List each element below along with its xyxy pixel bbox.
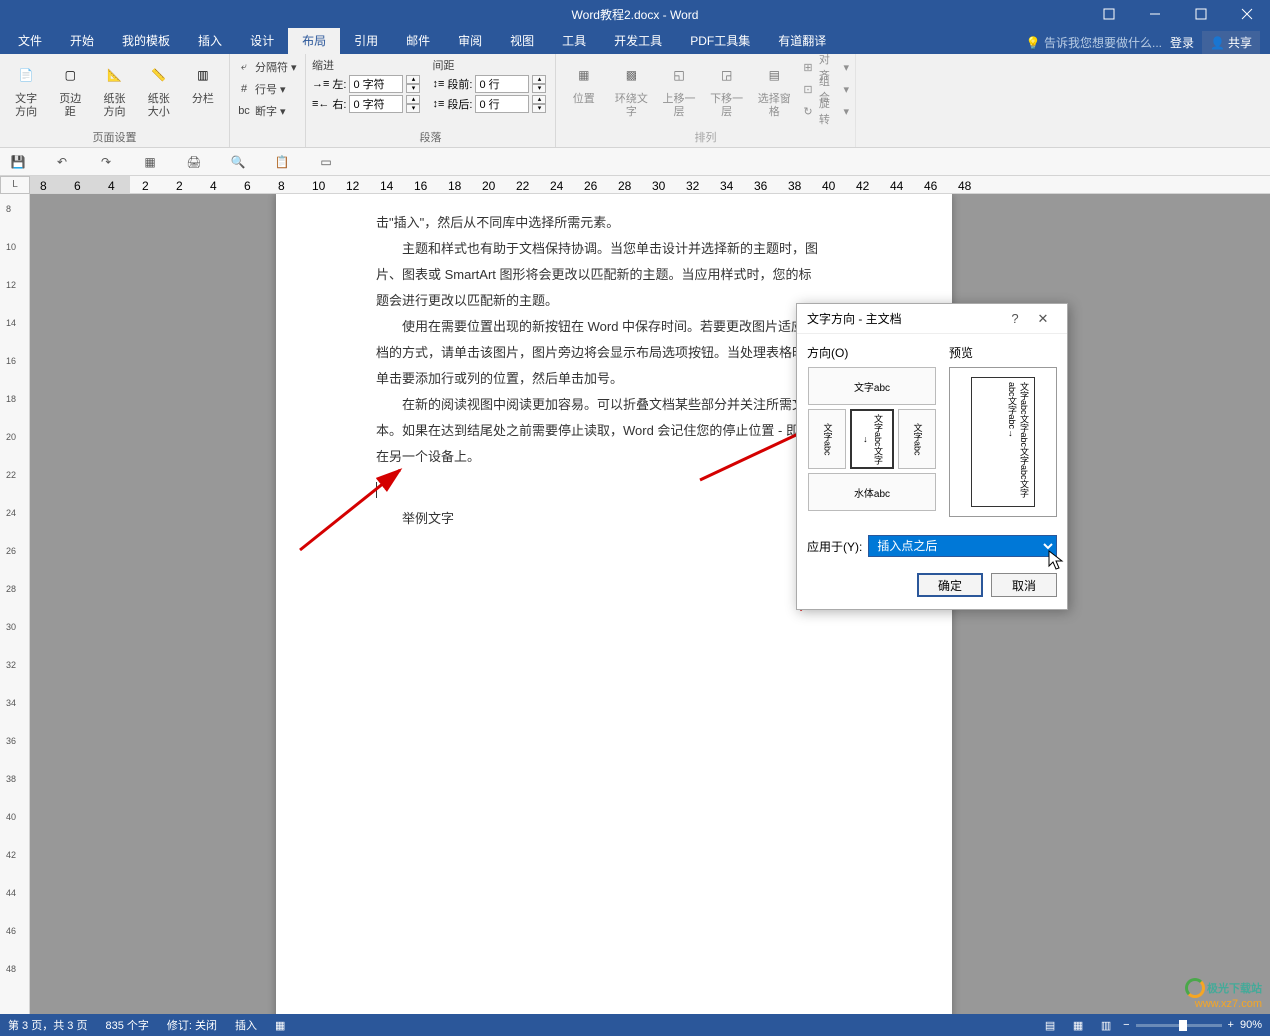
tell-me-input[interactable]: 💡 告诉我您想要做什么... — [1010, 34, 1162, 51]
tab-pdf[interactable]: PDF工具集 — [676, 27, 764, 54]
text-cursor — [376, 482, 377, 498]
tab-translate[interactable]: 有道翻译 — [764, 27, 840, 54]
orientation-label: 方向(O) — [807, 344, 937, 361]
window-title: Word教程2.docx - Word — [572, 6, 699, 23]
undo-icon[interactable]: ↶ — [52, 152, 72, 172]
wrap-text-button[interactable]: ▩环绕文字 — [610, 57, 654, 121]
share-button[interactable]: 👤 共享 — [1202, 31, 1260, 54]
tab-home[interactable]: 开始 — [56, 27, 108, 54]
spacing-after-spinner[interactable]: ↕≡段后:▴▾ — [432, 95, 546, 113]
ruler-horizontal[interactable]: 8642246810121416182022242628303234363840… — [30, 176, 1270, 194]
status-revision[interactable]: 修订: 关闭 — [167, 1017, 217, 1033]
indent-right-spinner[interactable]: ≡←右:▴▾ — [312, 95, 420, 113]
line-numbers-button[interactable]: #行号 ▾ — [236, 79, 297, 99]
quick-access-toolbar: 💾 ↶ ↷ ▦ 🖨 🔍 📋 ▭ — [0, 148, 1270, 176]
indent-label: 缩进 — [312, 57, 420, 73]
dialog-title: 文字方向 - 主文档 — [807, 310, 1001, 327]
tab-view[interactable]: 视图 — [496, 27, 548, 54]
text-direction-dialog: 文字方向 - 主文档 ? ✕ 方向(O) 文字abc 文字abc 文字abc文字… — [796, 303, 1068, 610]
save-icon[interactable]: 💾 — [8, 152, 28, 172]
status-insert[interactable]: 插入 — [235, 1017, 257, 1033]
apply-to-select[interactable]: 插入点之后 — [868, 535, 1057, 557]
login-link[interactable]: 登录 — [1170, 34, 1194, 51]
status-icon[interactable]: ▦ — [275, 1019, 285, 1032]
orientation-options: 文字abc 文字abc 文字abc文字→ 文字abc 水体abc — [807, 367, 937, 511]
view-read-icon[interactable]: ▤ — [1039, 1016, 1061, 1034]
zoom-in-icon[interactable]: + — [1228, 1019, 1234, 1031]
size-button[interactable]: 📏纸张大小 — [139, 57, 179, 121]
tab-review[interactable]: 审阅 — [444, 27, 496, 54]
status-page[interactable]: 第 3 页，共 3 页 — [8, 1017, 87, 1033]
orient-horizontal[interactable]: 文字abc — [808, 367, 936, 405]
selection-pane-button[interactable]: ▤选择窗格 — [752, 57, 796, 121]
status-bar: 第 3 页，共 3 页 835 个字 修订: 关闭 插入 ▦ ▤ ▦ ▥ − +… — [0, 1014, 1270, 1036]
preview-label: 预览 — [949, 344, 1057, 361]
dialog-close-button[interactable]: ✕ — [1029, 311, 1057, 327]
orient-vertical-left[interactable]: 文字abc — [808, 409, 846, 469]
ribbon-tabs: 文件 开始 我的模板 插入 设计 布局 引用 邮件 审阅 视图 工具 开发工具 … — [0, 28, 1270, 54]
mouse-cursor-icon — [1048, 550, 1066, 572]
tab-insert[interactable]: 插入 — [184, 27, 236, 54]
ok-button[interactable]: 确定 — [917, 573, 983, 597]
document-area[interactable]: 击"插入"，然后从不同库中选择所需元素。 主题和样式也有助于文档保持协调。当您单… — [30, 194, 1270, 1014]
columns-button[interactable]: ▥分栏 — [183, 57, 223, 108]
minimize-button[interactable] — [1132, 0, 1178, 28]
qat-icon-5[interactable]: ▭ — [316, 152, 336, 172]
qat-icon-4[interactable]: 📋 — [272, 152, 292, 172]
ribbon: 📄文字方向 ▢页边距 📐纸张方向 📏纸张大小 ▥分栏 页面设置 ⤶分隔符 ▾ #… — [0, 54, 1270, 148]
tab-design[interactable]: 设计 — [236, 27, 288, 54]
qat-icon-3[interactable]: 🔍 — [228, 152, 248, 172]
zoom-level[interactable]: 90% — [1240, 1019, 1262, 1031]
qat-icon-2[interactable]: 🖨 — [184, 152, 204, 172]
hyphenation-button[interactable]: bc断字 ▾ — [236, 101, 297, 121]
tab-layout[interactable]: 布局 — [288, 27, 340, 54]
tab-mail[interactable]: 邮件 — [392, 27, 444, 54]
apply-to-label: 应用于(Y): — [807, 538, 862, 555]
orient-horizontal-2[interactable]: 水体abc — [808, 473, 936, 511]
document-text[interactable]: 击"插入"，然后从不同库中选择所需元素。 主题和样式也有助于文档保持协调。当您单… — [376, 210, 862, 532]
spacing-before-spinner[interactable]: ↕≡段前:▴▾ — [432, 75, 546, 93]
preview-box: 文字abc文字abc文字abc文字abc文字abc→ — [949, 367, 1057, 517]
spacing-label: 间距 — [432, 57, 546, 73]
tab-file[interactable]: 文件 — [4, 27, 56, 54]
redo-icon[interactable]: ↷ — [96, 152, 116, 172]
orient-vertical-center[interactable]: 文字abc文字→ — [850, 409, 894, 469]
zoom-slider[interactable] — [1136, 1024, 1222, 1027]
maximize-button[interactable] — [1178, 0, 1224, 28]
breaks-button[interactable]: ⤶分隔符 ▾ — [236, 57, 297, 77]
arrange-group-label: 排列 — [562, 127, 849, 145]
paragraph-group-label: 段落 — [312, 127, 549, 145]
ruler-corner: L — [0, 176, 30, 194]
cancel-button[interactable]: 取消 — [991, 573, 1057, 597]
margins-button[interactable]: ▢页边距 — [50, 57, 90, 121]
page-setup-group-label: 页面设置 — [6, 127, 223, 145]
watermark: 极光下载站 www.xz7.com — [1185, 978, 1262, 1010]
position-button[interactable]: ▦位置 — [562, 57, 606, 108]
close-button[interactable] — [1224, 0, 1270, 28]
indent-left-spinner[interactable]: →≡左:▴▾ — [312, 75, 420, 93]
tab-dev[interactable]: 开发工具 — [600, 27, 676, 54]
send-backward-button[interactable]: ◲下移一层 — [705, 57, 749, 121]
qat-icon-1[interactable]: ▦ — [140, 152, 160, 172]
dialog-help-button[interactable]: ? — [1001, 311, 1029, 326]
bring-forward-button[interactable]: ◱上移一层 — [657, 57, 701, 121]
orientation-button[interactable]: 📐纸张方向 — [94, 57, 134, 121]
orient-vertical-right[interactable]: 文字abc — [898, 409, 936, 469]
zoom-out-icon[interactable]: − — [1123, 1019, 1129, 1031]
rotate-button[interactable]: ↻旋转 ▾ — [800, 101, 849, 121]
status-words[interactable]: 835 个字 — [105, 1017, 148, 1033]
tab-references[interactable]: 引用 — [340, 27, 392, 54]
view-web-icon[interactable]: ▥ — [1095, 1016, 1117, 1034]
ribbon-options-icon[interactable] — [1086, 0, 1132, 28]
title-bar: Word教程2.docx - Word — [0, 0, 1270, 28]
ruler-vertical[interactable]: 8101214161820222426283032343638404244464… — [0, 194, 30, 1014]
tab-tools[interactable]: 工具 — [548, 27, 600, 54]
tab-templates[interactable]: 我的模板 — [108, 27, 184, 54]
text-direction-button[interactable]: 📄文字方向 — [6, 57, 46, 121]
view-print-icon[interactable]: ▦ — [1067, 1016, 1089, 1034]
